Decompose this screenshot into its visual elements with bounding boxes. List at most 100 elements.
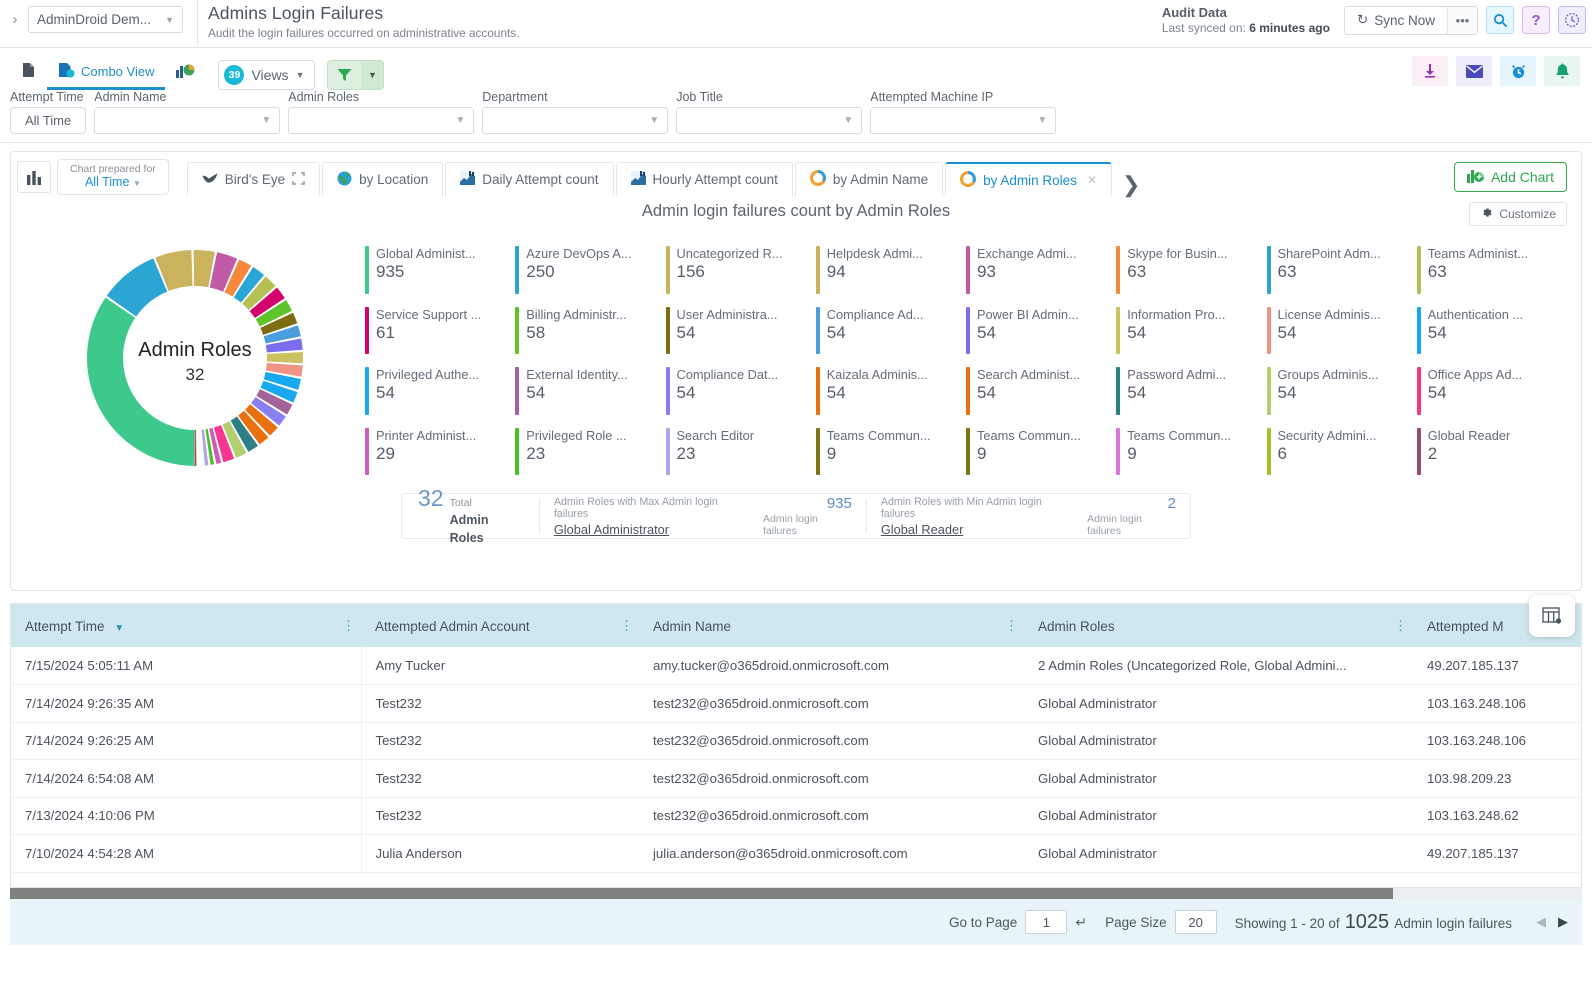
donut-segment[interactable] — [199, 430, 201, 466]
legend-item[interactable]: Search Editor23 — [666, 423, 816, 484]
views-button[interactable]: 39 Views ▼ — [218, 60, 315, 90]
chart-tab-by-admin-name[interactable]: by Admin Name — [795, 162, 943, 196]
legend-item[interactable]: Billing Administr...58 — [515, 302, 665, 363]
bell-icon[interactable] — [1544, 56, 1580, 86]
legend-item[interactable]: Skype for Busin...63 — [1116, 241, 1266, 302]
legend-item[interactable]: Office Apps Ad...54 — [1417, 362, 1567, 423]
legend-item[interactable]: Global Reader2 — [1417, 423, 1567, 484]
col-admin-name[interactable]: Admin Name ⋮ — [639, 605, 1024, 647]
prev-page-icon[interactable]: ◀ — [1536, 914, 1546, 930]
legend-item[interactable]: Teams Commun...9 — [1116, 423, 1266, 484]
close-icon[interactable]: ✕ — [1087, 173, 1097, 187]
legend-item[interactable]: Authentication ...54 — [1417, 302, 1567, 363]
job-title-select[interactable]: ▼ — [676, 107, 862, 134]
table-row[interactable]: 7/15/2024 5:05:11 AMAmy Tuckeramy.tucker… — [11, 647, 1581, 685]
legend-item[interactable]: Kaizala Adminis...54 — [816, 362, 966, 423]
legend-item[interactable]: Privileged Authe...54 — [365, 362, 515, 423]
chart-tab-daily-attempt-count[interactable]: Daily Attempt count — [445, 162, 613, 196]
sort-desc-icon[interactable]: ▼ — [114, 623, 124, 634]
next-page-icon[interactable]: ▶ — [1558, 914, 1568, 930]
sync-now-button[interactable]: ↻ Sync Now — [1345, 7, 1447, 34]
enter-key-icon[interactable]: ↵ — [1075, 914, 1087, 931]
department-select[interactable]: ▼ — [482, 107, 668, 134]
legend-item[interactable]: User Administra...54 — [666, 302, 816, 363]
chart-tab-hourly-attempt-count[interactable]: Hourly Attempt count — [616, 162, 793, 196]
legend-item[interactable]: Service Support ...61 — [365, 302, 515, 363]
legend-item[interactable]: Security Admini...6 — [1267, 423, 1417, 484]
filter-dropdown-icon[interactable]: ▼ — [361, 61, 383, 89]
legend-item[interactable]: Search Administ...54 — [966, 362, 1116, 423]
legend-item[interactable]: Password Admi...54 — [1116, 362, 1266, 423]
bar-chart-icon[interactable] — [17, 161, 51, 193]
chart-tab-by-admin-roles[interactable]: by Admin Roles ✕ — [945, 162, 1112, 196]
page-size-input[interactable] — [1175, 910, 1217, 934]
column-menu-icon[interactable]: ⋮ — [620, 624, 633, 628]
tab-chart-view[interactable] — [165, 56, 206, 90]
admin-roles-select[interactable]: ▼ — [288, 107, 474, 134]
admin-name-select[interactable]: ▼ — [94, 107, 280, 134]
download-icon[interactable] — [1412, 56, 1448, 86]
legend-item[interactable]: External Identity...54 — [515, 362, 665, 423]
email-icon[interactable] — [1456, 56, 1492, 86]
legend-item[interactable]: Groups Adminis...54 — [1267, 362, 1417, 423]
legend-item[interactable]: Compliance Ad...54 — [816, 302, 966, 363]
table-row[interactable]: 7/13/2024 4:10:06 PMTest232test232@o365d… — [11, 797, 1581, 835]
add-chart-button[interactable]: Add Chart — [1454, 162, 1567, 192]
table-row[interactable]: 7/14/2024 9:26:35 AMTest232test232@o365d… — [11, 685, 1581, 723]
legend-item[interactable]: Privileged Role ...23 — [515, 423, 665, 484]
sidebar-expand-icon[interactable]: › — [6, 11, 24, 28]
legend-item[interactable]: Azure DevOps A...250 — [515, 241, 665, 302]
sync-more-button[interactable]: ••• — [1447, 7, 1477, 34]
legend-item[interactable]: Helpdesk Admi...94 — [816, 241, 966, 302]
stat-min-link[interactable]: Global Reader — [881, 522, 1073, 537]
horizontal-scrollbar[interactable] — [10, 888, 1582, 899]
col-attempted-admin-account[interactable]: Attempted Admin Account ⋮ — [361, 605, 639, 647]
tab-combo-view[interactable]: Combo View — [47, 56, 165, 90]
help-icon[interactable]: ? — [1522, 6, 1550, 34]
stat-max-link[interactable]: Global Administrator — [554, 522, 749, 537]
legend-item[interactable]: Uncategorized R...156 — [666, 241, 816, 302]
table-settings-icon[interactable] — [1529, 595, 1575, 637]
legend-item[interactable]: Information Pro...54 — [1116, 302, 1266, 363]
col-attempt-time[interactable]: Attempt Time ▼ ⋮ — [11, 605, 361, 647]
donut-segment[interactable] — [267, 352, 303, 363]
donut-chart-svg[interactable]: Admin Roles32 — [70, 233, 320, 483]
legend-item[interactable]: Printer Administ...29 — [365, 423, 515, 484]
customize-button[interactable]: Customize — [1469, 202, 1567, 226]
funnel-icon[interactable] — [328, 61, 361, 89]
col-admin-roles[interactable]: Admin Roles ⋮ — [1024, 605, 1413, 647]
legend-item[interactable]: Power BI Admin...54 — [966, 302, 1116, 363]
organization-selector[interactable]: AdminDroid Dem... ▼ — [28, 6, 183, 33]
chart-tab-by-location[interactable]: by Location — [322, 162, 443, 196]
chart-tab-birds-eye[interactable]: Bird's Eye — [187, 162, 320, 196]
legend-item[interactable]: Teams Commun...9 — [966, 423, 1116, 484]
legend-item[interactable]: License Adminis...54 — [1267, 302, 1417, 363]
legend-item[interactable]: Global Administ...935 — [365, 241, 515, 302]
legend-item[interactable]: Teams Administ...63 — [1417, 241, 1567, 302]
goto-page-input[interactable] — [1025, 910, 1067, 934]
attempt-time-pill[interactable]: All Time — [10, 107, 86, 134]
column-menu-icon[interactable]: ⋮ — [342, 624, 355, 628]
table-row[interactable]: 7/14/2024 9:26:25 AMTest232test232@o365d… — [11, 722, 1581, 760]
legend-item[interactable]: Teams Commun...9 — [816, 423, 966, 484]
search-icon[interactable] — [1486, 6, 1514, 34]
column-menu-icon[interactable]: ⋮ — [1005, 624, 1018, 628]
chart-tabs-next-icon[interactable]: ❯ — [1114, 174, 1148, 196]
schedule-icon[interactable] — [1558, 6, 1586, 34]
legend-item[interactable]: SharePoint Adm...63 — [1267, 241, 1417, 302]
table-row[interactable]: 7/10/2024 4:54:28 AMJulia Andersonjulia.… — [11, 835, 1581, 873]
alarm-clock-icon[interactable] — [1500, 56, 1536, 86]
donut-segment[interactable] — [87, 298, 194, 466]
tab-document-view[interactable] — [10, 56, 47, 90]
donut-segment[interactable] — [197, 430, 198, 466]
scrollbar-thumb[interactable] — [10, 888, 1393, 899]
expand-icon[interactable] — [292, 172, 305, 188]
table-row[interactable]: 7/14/2024 6:54:08 AMTest232test232@o365d… — [11, 760, 1581, 798]
column-menu-icon[interactable]: ⋮ — [1394, 624, 1407, 628]
legend-label: Password Admi... — [1127, 367, 1226, 382]
legend-item[interactable]: Exchange Admi...93 — [966, 241, 1116, 302]
legend-item[interactable]: Compliance Dat...54 — [666, 362, 816, 423]
chart-prepared-for[interactable]: Chart prepared for All Time ▼ — [57, 159, 169, 195]
donut-chart[interactable]: Admin Roles32 — [25, 233, 365, 483]
machine-ip-select[interactable]: ▼ — [870, 107, 1056, 134]
